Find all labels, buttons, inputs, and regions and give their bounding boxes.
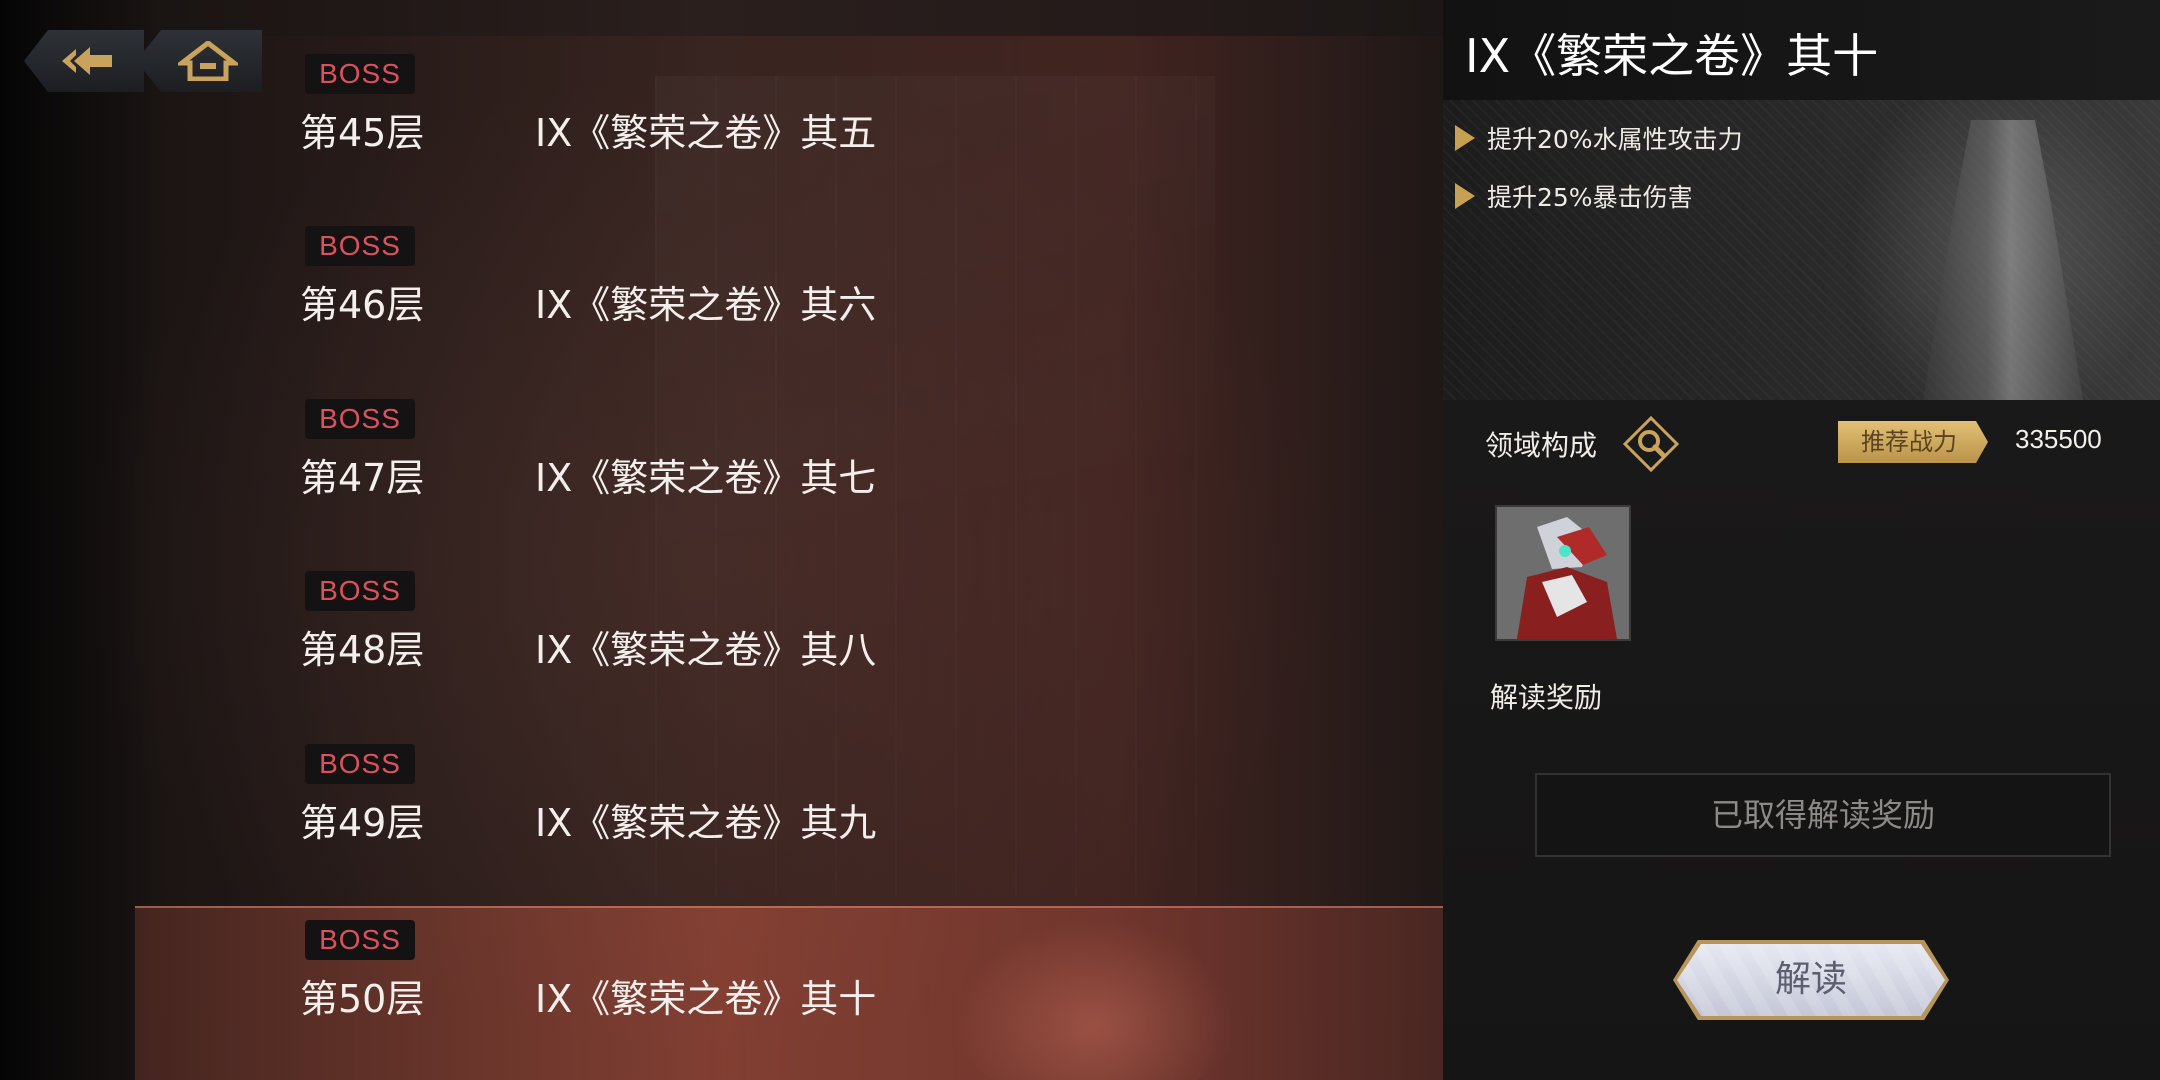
recommended-power-value: 335500 — [2015, 424, 2102, 454]
floor-number: 第45层 — [300, 111, 425, 155]
floor-name: IX《繁荣之卷》其六 — [535, 283, 877, 327]
floor-name: IX《繁荣之卷》其九 — [535, 801, 877, 845]
reward-status-box: 已取得解读奖励 — [1535, 773, 2111, 857]
floor-number: 第47层 — [300, 456, 425, 500]
boss-badge: BOSS — [305, 571, 415, 611]
floor-number: 第50层 — [300, 977, 425, 1021]
game-screen: BOSS 第45层 IX《繁荣之卷》其五 BOSS 第46层 IX《繁荣之卷》其… — [0, 0, 2160, 1080]
floor-row[interactable]: BOSS 第49层 IX《繁荣之卷》其九 — [135, 726, 1445, 898]
detail-title: IX《繁荣之卷》其十 — [1465, 29, 1879, 83]
buff-item: 提升25%暴击伤害 — [1455, 178, 1693, 214]
domain-composition-label: 领域构成 — [1485, 429, 1598, 462]
back-arrow-icon — [62, 47, 112, 75]
floor-number: 第49层 — [300, 801, 425, 845]
floor-name: IX《繁荣之卷》其五 — [535, 111, 877, 155]
enemy-avatar[interactable] — [1495, 505, 1631, 641]
mech-enemy-portrait — [1497, 507, 1629, 639]
buff-arrow-icon — [1455, 183, 1475, 209]
home-button[interactable] — [136, 30, 262, 92]
floor-row[interactable]: BOSS 第46层 IX《繁荣之卷》其六 — [135, 208, 1445, 380]
detail-title-bar: IX《繁荣之卷》其十 — [1443, 0, 2160, 100]
floor-detail-panel: IX《繁荣之卷》其十 提升20%水属性攻击力 提升25%暴击伤害 领域构成 推荐… — [1443, 0, 2160, 1080]
buff-text: 提升20%水属性攻击力 — [1487, 125, 1743, 154]
floor-number: 第46层 — [300, 283, 425, 327]
buff-text: 提升25%暴击伤害 — [1487, 183, 1693, 212]
floor-name: IX《繁荣之卷》其十 — [535, 977, 877, 1021]
back-button[interactable] — [24, 30, 144, 92]
decode-button-label: 解读 — [1774, 959, 1847, 1000]
floor-row[interactable]: BOSS 第47层 IX《繁荣之卷》其七 — [135, 381, 1445, 553]
floor-number: 第48层 — [300, 628, 425, 672]
tower-illustration — [1923, 120, 2083, 400]
buff-item: 提升20%水属性攻击力 — [1455, 120, 1743, 156]
boss-badge: BOSS — [305, 226, 415, 266]
floor-row[interactable]: BOSS 第48层 IX《繁荣之卷》其八 — [135, 553, 1445, 725]
boss-badge: BOSS — [305, 54, 415, 94]
buff-arrow-icon — [1455, 125, 1475, 151]
domain-search-button[interactable] — [1622, 415, 1680, 473]
boss-badge: BOSS — [305, 399, 415, 439]
floor-row-selected[interactable]: BOSS 第50层 IX《繁荣之卷》其十 — [135, 906, 1445, 1080]
boss-emblem-icon — [955, 918, 1235, 1080]
reward-label: 解读奖励 — [1490, 681, 1603, 714]
magnifier-icon — [1622, 415, 1680, 473]
boss-badge: BOSS — [305, 920, 415, 960]
decode-button[interactable]: 解读 — [1673, 940, 1949, 1020]
floor-name: IX《繁荣之卷》其七 — [535, 456, 877, 500]
recommended-power-badge: 推荐战力 — [1838, 421, 1988, 463]
floor-name: IX《繁荣之卷》其八 — [535, 628, 877, 672]
floor-row[interactable]: BOSS 第45层 IX《繁荣之卷》其五 — [135, 36, 1445, 208]
boss-badge: BOSS — [305, 744, 415, 784]
home-icon — [178, 41, 238, 81]
